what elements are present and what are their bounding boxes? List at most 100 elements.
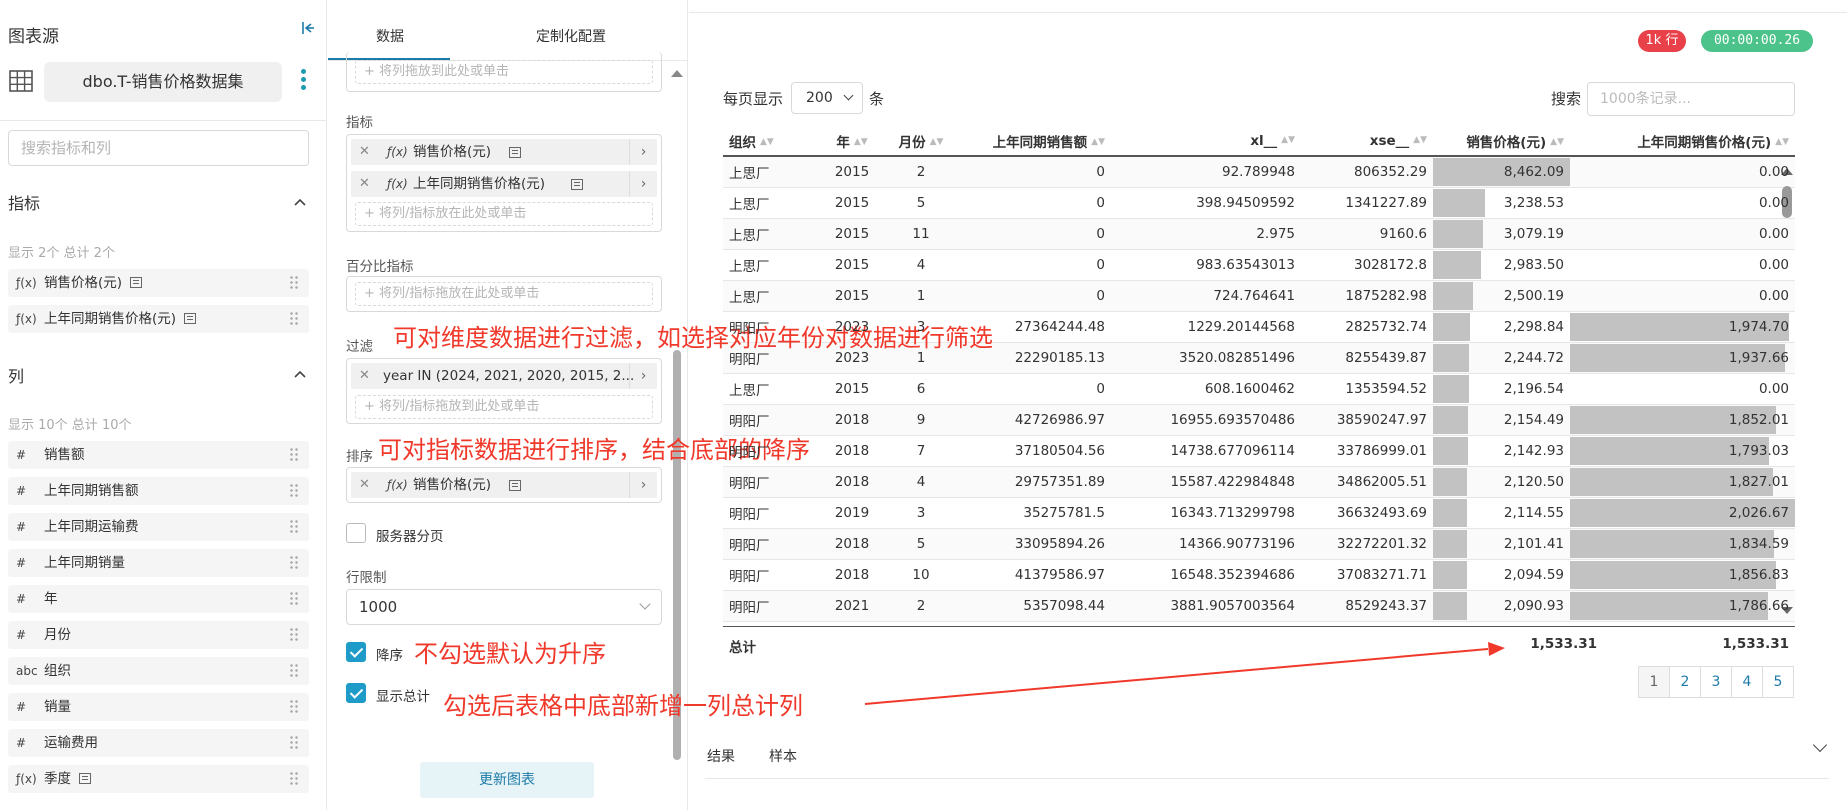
column-header[interactable]: 销售价格(元) ▲▼ <box>1433 126 1570 157</box>
chevron-up-icon[interactable] <box>292 194 308 210</box>
column-header[interactable]: 上年同期销售价格(元) ▲▼ <box>1570 126 1795 157</box>
field-item[interactable]: ƒ(x) 上年同期销售价格(元) <box>8 305 309 333</box>
field-item[interactable]: # 月份 <box>8 621 309 649</box>
sort-chip[interactable]: ✕ ƒ(x) 销售价格(元) › <box>351 472 657 498</box>
table-cell: 上思厂 <box>723 373 823 405</box>
page-1-button[interactable]: 1 <box>1638 666 1670 698</box>
show-total-checkbox[interactable] <box>346 683 366 703</box>
drag-handle-icon[interactable] <box>289 555 299 571</box>
chevron-right-icon[interactable]: › <box>629 139 657 165</box>
cell-value: 2015 <box>834 380 870 397</box>
table-cell: 41379586.97 <box>961 559 1111 591</box>
field-item[interactable]: abc 组织 <box>8 657 309 685</box>
cell-value: 38590247.97 <box>1336 411 1427 428</box>
field-item[interactable]: # 上年同期销售额 <box>8 477 309 505</box>
sort-icon[interactable]: ▲▼ <box>1413 136 1427 145</box>
percent-dropzone[interactable]: + 将列/指标拖放在此处或单击 <box>355 282 653 306</box>
field-item[interactable]: ƒ(x) 季度 <box>8 765 309 793</box>
column-header[interactable]: 组织 ▲▼ <box>723 126 823 157</box>
row-limit-select[interactable]: 1000 <box>346 589 662 625</box>
field-item[interactable]: # 上年同期运输费 <box>8 513 309 541</box>
sort-icon[interactable]: ▲▼ <box>1091 138 1105 147</box>
column-header[interactable]: xse__ ▲▼ <box>1301 126 1433 157</box>
sort-icon[interactable]: ▲▼ <box>1281 136 1295 145</box>
cell-value: 2018 <box>834 442 870 459</box>
filter-chip[interactable]: ✕ year IN (2024, 2021, 2020, 2015, 2... … <box>351 363 657 389</box>
sort-icon[interactable]: ▲▼ <box>760 138 774 147</box>
metric-chip[interactable]: ✕ ƒ(x) 销售价格(元) › <box>351 139 657 165</box>
table-search-input[interactable]: 1000条记录... <box>1587 82 1795 116</box>
drag-handle-icon[interactable] <box>289 519 299 535</box>
drag-handle-icon[interactable] <box>289 311 299 327</box>
collapse-panel-icon[interactable] <box>298 20 318 40</box>
page-3-button[interactable]: 3 <box>1700 666 1732 698</box>
field-item[interactable]: # 运输费用 <box>8 729 309 757</box>
page-4-button[interactable]: 4 <box>1731 666 1763 698</box>
field-item[interactable]: # 销售额 <box>8 441 309 469</box>
dataset-selector[interactable]: dbo.T-销售价格数据集 <box>44 62 282 102</box>
drag-handle-icon[interactable] <box>289 735 299 751</box>
per-page-select[interactable]: 200 <box>791 82 863 114</box>
sort-icon[interactable]: ▲▼ <box>854 138 868 147</box>
remove-icon[interactable]: ✕ <box>359 472 370 498</box>
table-cell: 32272201.32 <box>1301 528 1433 560</box>
drag-handle-icon[interactable] <box>289 663 299 679</box>
cell-value: 明阳厂 <box>729 599 770 616</box>
page-2-button[interactable]: 2 <box>1669 666 1701 698</box>
sort-icon[interactable]: ▲▼ <box>1775 138 1789 147</box>
table-cell: 5 <box>881 528 961 560</box>
cell-value: 明阳厂 <box>729 475 770 492</box>
table-cell: 3881.9057003564 <box>1111 590 1301 622</box>
tab-results[interactable]: 结果 <box>707 746 735 766</box>
chevron-right-icon[interactable]: › <box>629 472 657 498</box>
value-bar <box>1433 436 1468 465</box>
column-header[interactable]: 月份 ▲▼ <box>881 126 961 157</box>
drag-handle-icon[interactable] <box>289 591 299 607</box>
field-item[interactable]: # 上年同期销量 <box>8 549 309 577</box>
scroll-up-icon[interactable] <box>671 70 683 77</box>
tab-data[interactable]: 数据 <box>376 26 404 46</box>
descending-checkbox[interactable] <box>346 642 366 662</box>
cell-value: 0.00 <box>1758 225 1789 242</box>
page-5-button[interactable]: 5 <box>1762 666 1794 698</box>
update-chart-button[interactable]: 更新图表 <box>420 762 594 798</box>
tab-customize[interactable]: 定制化配置 <box>536 26 606 46</box>
column-header[interactable]: 年 ▲▼ <box>823 126 881 157</box>
calculator-icon <box>130 277 143 288</box>
sort-icon[interactable]: ▲▼ <box>1550 138 1564 147</box>
remove-icon[interactable]: ✕ <box>359 171 370 197</box>
more-options-icon[interactable] <box>296 66 310 96</box>
drag-handle-icon[interactable] <box>289 627 299 643</box>
drag-handle-icon[interactable] <box>289 275 299 291</box>
cell-value: 2015 <box>834 163 870 180</box>
drag-handle-icon[interactable] <box>289 447 299 463</box>
drag-handle-icon[interactable] <box>289 771 299 787</box>
column-header[interactable]: xl__ ▲▼ <box>1111 126 1301 157</box>
filter-dropzone[interactable]: + 将列/指标拖放到此处或单击 <box>355 395 653 419</box>
field-item[interactable]: # 销量 <box>8 693 309 721</box>
remove-icon[interactable]: ✕ <box>359 363 370 389</box>
field-item[interactable]: # 年 <box>8 585 309 613</box>
metrics-dropzone[interactable]: + 将列/指标放在此处或单击 <box>355 202 653 226</box>
table-cell: 2018 <box>823 528 881 560</box>
chevron-right-icon[interactable]: › <box>629 363 657 389</box>
tab-samples[interactable]: 样本 <box>769 746 797 766</box>
drag-handle-icon[interactable] <box>289 483 299 499</box>
field-item[interactable]: ƒ(x) 销售价格(元) <box>8 269 309 297</box>
chevron-right-icon[interactable]: › <box>629 171 657 197</box>
search-metrics-input[interactable]: 搜索指标和列 <box>8 130 309 166</box>
total-prev-price-value: 1,533.31 <box>1722 636 1789 652</box>
drag-handle-icon[interactable] <box>289 699 299 715</box>
column-header[interactable]: 上年同期销售额 ▲▼ <box>961 126 1111 157</box>
chevron-down-icon[interactable] <box>1812 737 1828 753</box>
table-cell: 14738.677096114 <box>1111 435 1301 467</box>
cell-value: 2021 <box>834 597 870 614</box>
value-bar <box>1433 405 1468 434</box>
chevron-up-icon[interactable] <box>292 366 308 382</box>
columns-dropzone[interactable]: + 将列拖放到此处或单击 <box>355 60 653 84</box>
remove-icon[interactable]: ✕ <box>359 139 370 165</box>
metric-chip[interactable]: ✕ ƒ(x) 上年同期销售价格(元) › <box>351 171 657 197</box>
sort-icon[interactable]: ▲▼ <box>930 138 944 147</box>
cell-value: 2018 <box>834 473 870 490</box>
server-paging-checkbox[interactable] <box>346 523 366 543</box>
